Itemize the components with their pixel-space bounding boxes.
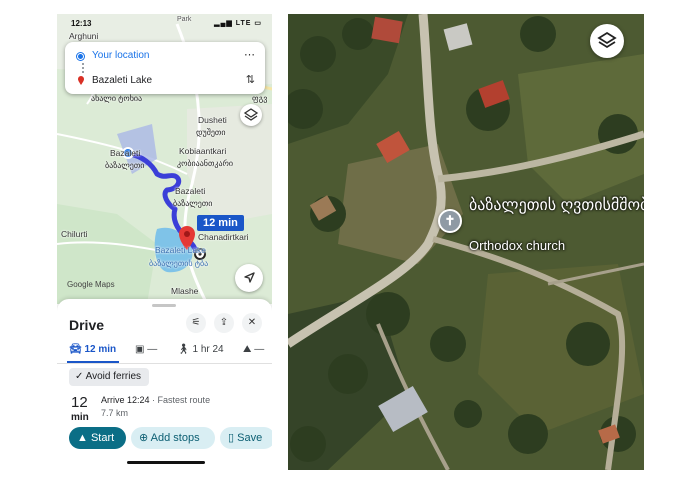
route-distance: 7.7 km bbox=[101, 408, 129, 418]
place-name[interactable]: ბაზალეთის ღვთისმშობლის... bbox=[469, 195, 644, 217]
car-icon: 🚘︎ bbox=[69, 344, 82, 355]
more-options-icon[interactable]: ⋯ bbox=[244, 48, 255, 61]
map-label-dusheti: Dusheti bbox=[198, 115, 227, 125]
origin-row[interactable]: Your location ⋯ bbox=[65, 44, 265, 68]
map-label-arghuni: Arghuni bbox=[69, 31, 99, 41]
add-stops-button[interactable]: ⊕ Add stops bbox=[131, 427, 215, 449]
route-options-button[interactable]: ⚟ bbox=[186, 313, 206, 333]
travel-modes: 🚘︎ 12 min ▣ — 🚶︎ 1 hr 24 ⛰︎ — bbox=[57, 339, 272, 363]
map-label-lake: Bazaleti Lake bbox=[155, 245, 207, 255]
layers-icon bbox=[597, 31, 617, 49]
church-pin-icon[interactable]: ✝ bbox=[438, 209, 462, 233]
chip-label: Avoid ferries bbox=[85, 371, 142, 382]
status-icons: ▂▄▆ LTE ▭ bbox=[214, 20, 262, 27]
map-label-dusheti-geo: დუშეთი bbox=[196, 128, 226, 137]
add-stops-label: Add stops bbox=[150, 432, 200, 444]
divider bbox=[57, 363, 272, 364]
google-maps-logo: Google Maps bbox=[67, 280, 115, 289]
map-label-bazaleti-1-geo: ბაზალეთი bbox=[105, 161, 145, 170]
map-label-bazaleti-2-geo: ბაზალეთი bbox=[173, 199, 213, 208]
map-view[interactable]: 12:13 ▂▄▆ LTE ▭ Park Arghuni ახალი ტოხია… bbox=[57, 14, 272, 304]
mode-transit[interactable]: ▣ — bbox=[135, 344, 157, 355]
map-label-kobiaantkari-geo: კობიაანთკარი bbox=[177, 159, 234, 168]
home-indicator bbox=[127, 461, 205, 464]
place-type: Orthodox church bbox=[469, 238, 566, 253]
eta-badge[interactable]: 12 min bbox=[197, 215, 244, 231]
hike-icon: ⛰︎ bbox=[243, 344, 252, 355]
start-arrow-icon: ▲ bbox=[77, 432, 88, 444]
satellite-layers-button[interactable] bbox=[590, 24, 624, 58]
share-button[interactable]: ⇪ bbox=[214, 313, 234, 333]
arrival-info: Arrive 12:24 · Fastest route bbox=[101, 395, 210, 405]
check-icon: ✓ bbox=[75, 371, 84, 382]
network-label: LTE bbox=[235, 20, 252, 27]
mode-transit-label: — bbox=[147, 344, 158, 355]
map-label-lake-geo: ბაზალეთის ტბა bbox=[149, 259, 209, 268]
add-stop-icon: ⊕ bbox=[139, 432, 149, 444]
mode-drive-label: 12 min bbox=[84, 344, 117, 355]
start-label: Start bbox=[90, 432, 115, 444]
map-label-bazaleti-2: Bazaleti bbox=[175, 186, 206, 196]
transit-icon: ▣ bbox=[135, 344, 145, 355]
arrival-time: Arrive 12:24 bbox=[101, 395, 150, 405]
clock: 12:13 bbox=[71, 19, 92, 28]
satellite-view[interactable]: ✝ ბაზალეთის ღვთისმშობლის... Orthodox chu… bbox=[288, 14, 644, 470]
mode-walk-label: 1 hr 24 bbox=[192, 344, 224, 355]
destination-row[interactable]: Bazaleti Lake ⇅ bbox=[65, 69, 265, 93]
phone-screen: 12:13 ▂▄▆ LTE ▭ Park Arghuni ახალი ტოხია… bbox=[57, 14, 272, 469]
save-label: Save bbox=[237, 432, 263, 444]
navigation-arrow-icon bbox=[244, 272, 255, 283]
map-label-arghuni-geo: ახალი ტოხია bbox=[91, 94, 143, 103]
save-button[interactable]: ▯ Save bbox=[220, 427, 272, 449]
map-label-chanadirtkari: Chanadirtkari bbox=[198, 232, 249, 242]
duration-unit: min bbox=[71, 412, 89, 423]
avoid-ferries-chip[interactable]: ✓ Avoid ferries bbox=[69, 368, 150, 386]
satellite-imagery bbox=[288, 14, 644, 470]
walk-icon: 🚶︎ bbox=[177, 344, 190, 355]
map-label-chilurti: Chilurti bbox=[61, 229, 88, 239]
mode-hike[interactable]: ⛰︎ — bbox=[243, 344, 264, 355]
mode-drive[interactable]: 🚘︎ 12 min bbox=[69, 344, 116, 355]
mode-walk[interactable]: 🚶︎ 1 hr 24 bbox=[177, 344, 224, 355]
mode-hike-label: — bbox=[254, 344, 265, 355]
share-icon: ⇪ bbox=[219, 317, 229, 328]
map-label-park: Park bbox=[177, 16, 192, 23]
close-button[interactable]: ✕ bbox=[242, 313, 262, 333]
map-label-kobiaantkari: Kobiaantkari bbox=[179, 146, 227, 156]
sliders-icon: ⚟ bbox=[191, 317, 201, 328]
sheet-handle[interactable] bbox=[152, 304, 176, 307]
map-label-bazaleti-1: Bazaleti bbox=[110, 148, 141, 158]
status-bar: 12:13 ▂▄▆ LTE ▭ bbox=[57, 14, 272, 32]
route-note: · Fastest route bbox=[152, 395, 211, 405]
origin-dot-icon bbox=[77, 53, 84, 60]
destination-field[interactable]: Bazaleti Lake bbox=[92, 75, 152, 86]
duration-value: 12 bbox=[71, 394, 88, 411]
directions-sheet: Drive ⚟ ⇪ ✕ 🚘︎ 12 min ▣ — 🚶︎ 1 hr 24 ⛰︎ … bbox=[57, 299, 272, 469]
map-label-corner-geo: ფგვ bbox=[252, 94, 268, 103]
map-label-mlashe: Mlashe bbox=[171, 286, 199, 296]
origin-field[interactable]: Your location bbox=[92, 50, 149, 61]
swap-icon[interactable]: ⇅ bbox=[246, 73, 255, 86]
sheet-title: Drive bbox=[69, 317, 105, 333]
recenter-button[interactable] bbox=[235, 264, 263, 292]
bookmark-icon: ▯ bbox=[228, 432, 235, 444]
destination-pin-icon bbox=[78, 76, 84, 85]
close-icon: ✕ bbox=[247, 317, 257, 328]
start-button[interactable]: ▲ Start bbox=[69, 427, 126, 449]
map-layers-button[interactable] bbox=[240, 104, 262, 126]
layers-icon bbox=[243, 108, 259, 121]
directions-card: Your location ⋯ Bazaleti Lake ⇅ bbox=[65, 42, 265, 94]
